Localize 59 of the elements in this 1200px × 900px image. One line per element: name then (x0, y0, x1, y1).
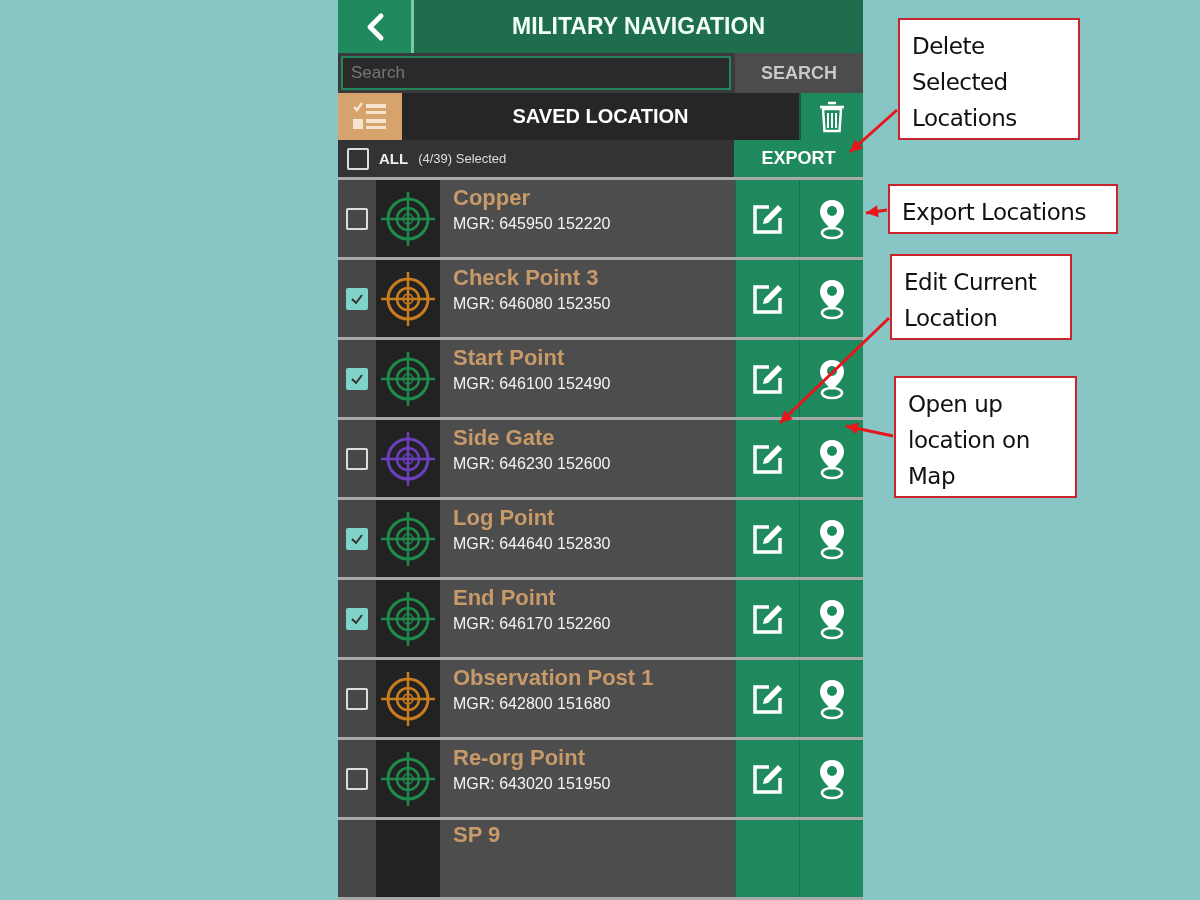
edit-button[interactable] (735, 500, 799, 577)
grid-reference: MGR: 646100 152490 (453, 375, 612, 393)
map-button[interactable] (799, 500, 863, 577)
map-button[interactable] (799, 340, 863, 417)
edit-button[interactable] (735, 260, 799, 337)
app-title: MILITARY NAVIGATION (512, 13, 765, 41)
callout-note: Export Locations (888, 184, 1118, 234)
map-button[interactable] (799, 740, 863, 817)
selection-count: (4/39) Selected (418, 151, 507, 167)
grid-reference: MGR: 646080 152350 (453, 295, 612, 313)
grid-reference: MGR: 644640 152830 (453, 535, 612, 553)
grid-reference: MGR: 646230 152600 (453, 455, 612, 473)
location-name: End Point (453, 585, 557, 611)
search-field[interactable]: Search (341, 56, 731, 90)
callout-note: Edit Current Location (890, 254, 1072, 340)
row-checkbox[interactable] (346, 447, 368, 470)
edit-button[interactable] (735, 580, 799, 657)
pointer-arrow (849, 108, 898, 154)
select-all-checkbox[interactable] (347, 147, 369, 170)
edit-button[interactable] (735, 340, 799, 417)
grid-reference: MGR: 646170 152260 (453, 615, 612, 633)
pointer-arrow (865, 205, 888, 218)
location-name: Side Gate (453, 425, 556, 451)
map-button[interactable] (799, 180, 863, 257)
grid-reference: MGR: 642800 151680 (453, 695, 612, 713)
edit-button[interactable] (735, 420, 799, 497)
location-name: SP 9 (453, 822, 502, 848)
location-name: Start Point (453, 345, 566, 371)
location-name: Log Point (453, 505, 556, 531)
checklist-button[interactable] (338, 92, 402, 141)
search-button[interactable]: SEARCH (735, 53, 863, 93)
row-checkbox[interactable] (346, 527, 368, 550)
select-all-label: ALL (379, 150, 409, 168)
row-checkbox[interactable] (346, 207, 368, 230)
callout-note: Open up location on Map (894, 376, 1077, 498)
delete-button[interactable] (799, 92, 863, 141)
export-button[interactable]: EXPORT (734, 140, 863, 177)
row-checkbox[interactable] (346, 767, 368, 790)
row-checkbox[interactable] (346, 367, 368, 390)
edit-button[interactable] (735, 740, 799, 817)
location-name: Copper (453, 185, 531, 211)
location-name: Observation Post 1 (453, 665, 655, 691)
row-checkbox[interactable] (346, 607, 368, 630)
location-name: Check Point 3 (453, 265, 600, 291)
map-button[interactable] (799, 420, 863, 497)
callout-note: Delete Selected Locations (898, 18, 1080, 140)
row-checkbox[interactable] (346, 687, 368, 710)
row-checkbox[interactable] (346, 287, 368, 310)
map-button[interactable] (799, 580, 863, 657)
edit-button[interactable] (735, 660, 799, 737)
location-name: Re-org Point (453, 745, 586, 771)
trash-icon (818, 99, 846, 134)
edit-button[interactable] (735, 180, 799, 257)
grid-reference: MGR: 645950 152220 (453, 215, 612, 233)
section-title: SAVED LOCATION (512, 105, 689, 128)
grid-reference: MGR: 643020 151950 (453, 775, 612, 793)
map-button[interactable] (799, 660, 863, 737)
map-button[interactable] (799, 260, 863, 337)
back-button[interactable] (338, 0, 414, 54)
